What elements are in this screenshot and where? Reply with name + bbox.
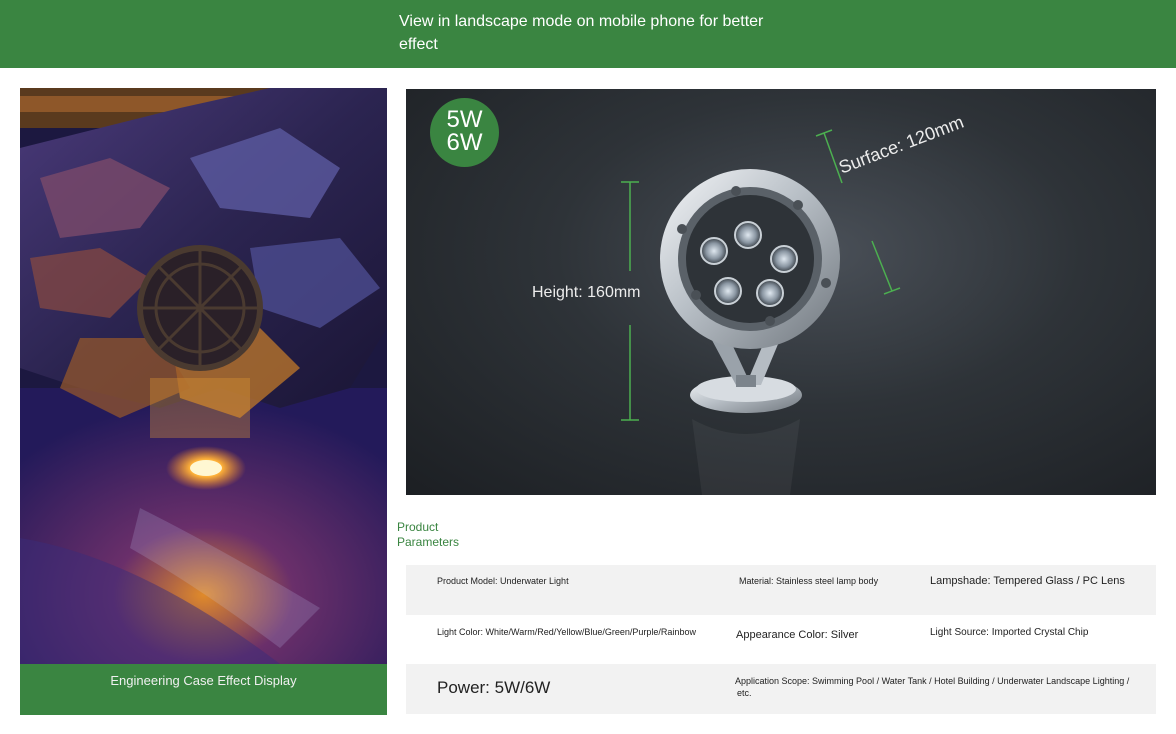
product-model: Product Model: Underwater Light bbox=[437, 576, 569, 586]
parameter-row: Product Model: Underwater Light Material… bbox=[406, 565, 1156, 615]
application-scope-continued: etc. bbox=[737, 688, 752, 698]
badge-line-5w: 5W bbox=[446, 106, 483, 133]
top-banner: View in landscape mode on mobile phone f… bbox=[0, 0, 1176, 68]
light-color: Light Color: White/Warm/Red/Yellow/Blue/… bbox=[437, 627, 696, 637]
product-photo: 5W 6W Height: 160mm Surface: 120mm bbox=[406, 89, 1156, 495]
application-scope: Application Scope: Swimming Pool / Water… bbox=[735, 676, 1130, 686]
product-parameters-heading: Product Parameters bbox=[397, 520, 497, 550]
landscape-notice: View in landscape mode on mobile phone f… bbox=[399, 13, 764, 53]
engineering-case-photo bbox=[20, 88, 387, 664]
material: Material: Stainless steel lamp body bbox=[739, 576, 879, 586]
underwater-light-illustration bbox=[621, 129, 901, 495]
power: Power: 5W/6W bbox=[437, 678, 551, 697]
lampshade: Lampshade: Tempered Glass / PC Lens bbox=[930, 575, 1125, 587]
parameter-row: Light Color: White/Warm/Red/Yellow/Blue/… bbox=[406, 615, 1156, 665]
rockery-scene-illustration bbox=[20, 88, 387, 664]
badge-line-6w: 6W bbox=[446, 129, 483, 156]
params-heading-line1: Product bbox=[397, 520, 439, 534]
appearance-color: Appearance Color: Silver bbox=[736, 629, 859, 641]
parameter-row: Power: 5W/6W Application Scope: Swimming… bbox=[406, 664, 1156, 714]
light-source: Light Source: Imported Crystal Chip bbox=[930, 627, 1089, 638]
params-heading-line2: Parameters bbox=[397, 535, 460, 549]
power-badge: 5W 6W bbox=[430, 98, 499, 167]
height-label: Height: 160mm bbox=[532, 284, 641, 301]
case-caption: Engineering Case Effect Display bbox=[20, 664, 387, 715]
